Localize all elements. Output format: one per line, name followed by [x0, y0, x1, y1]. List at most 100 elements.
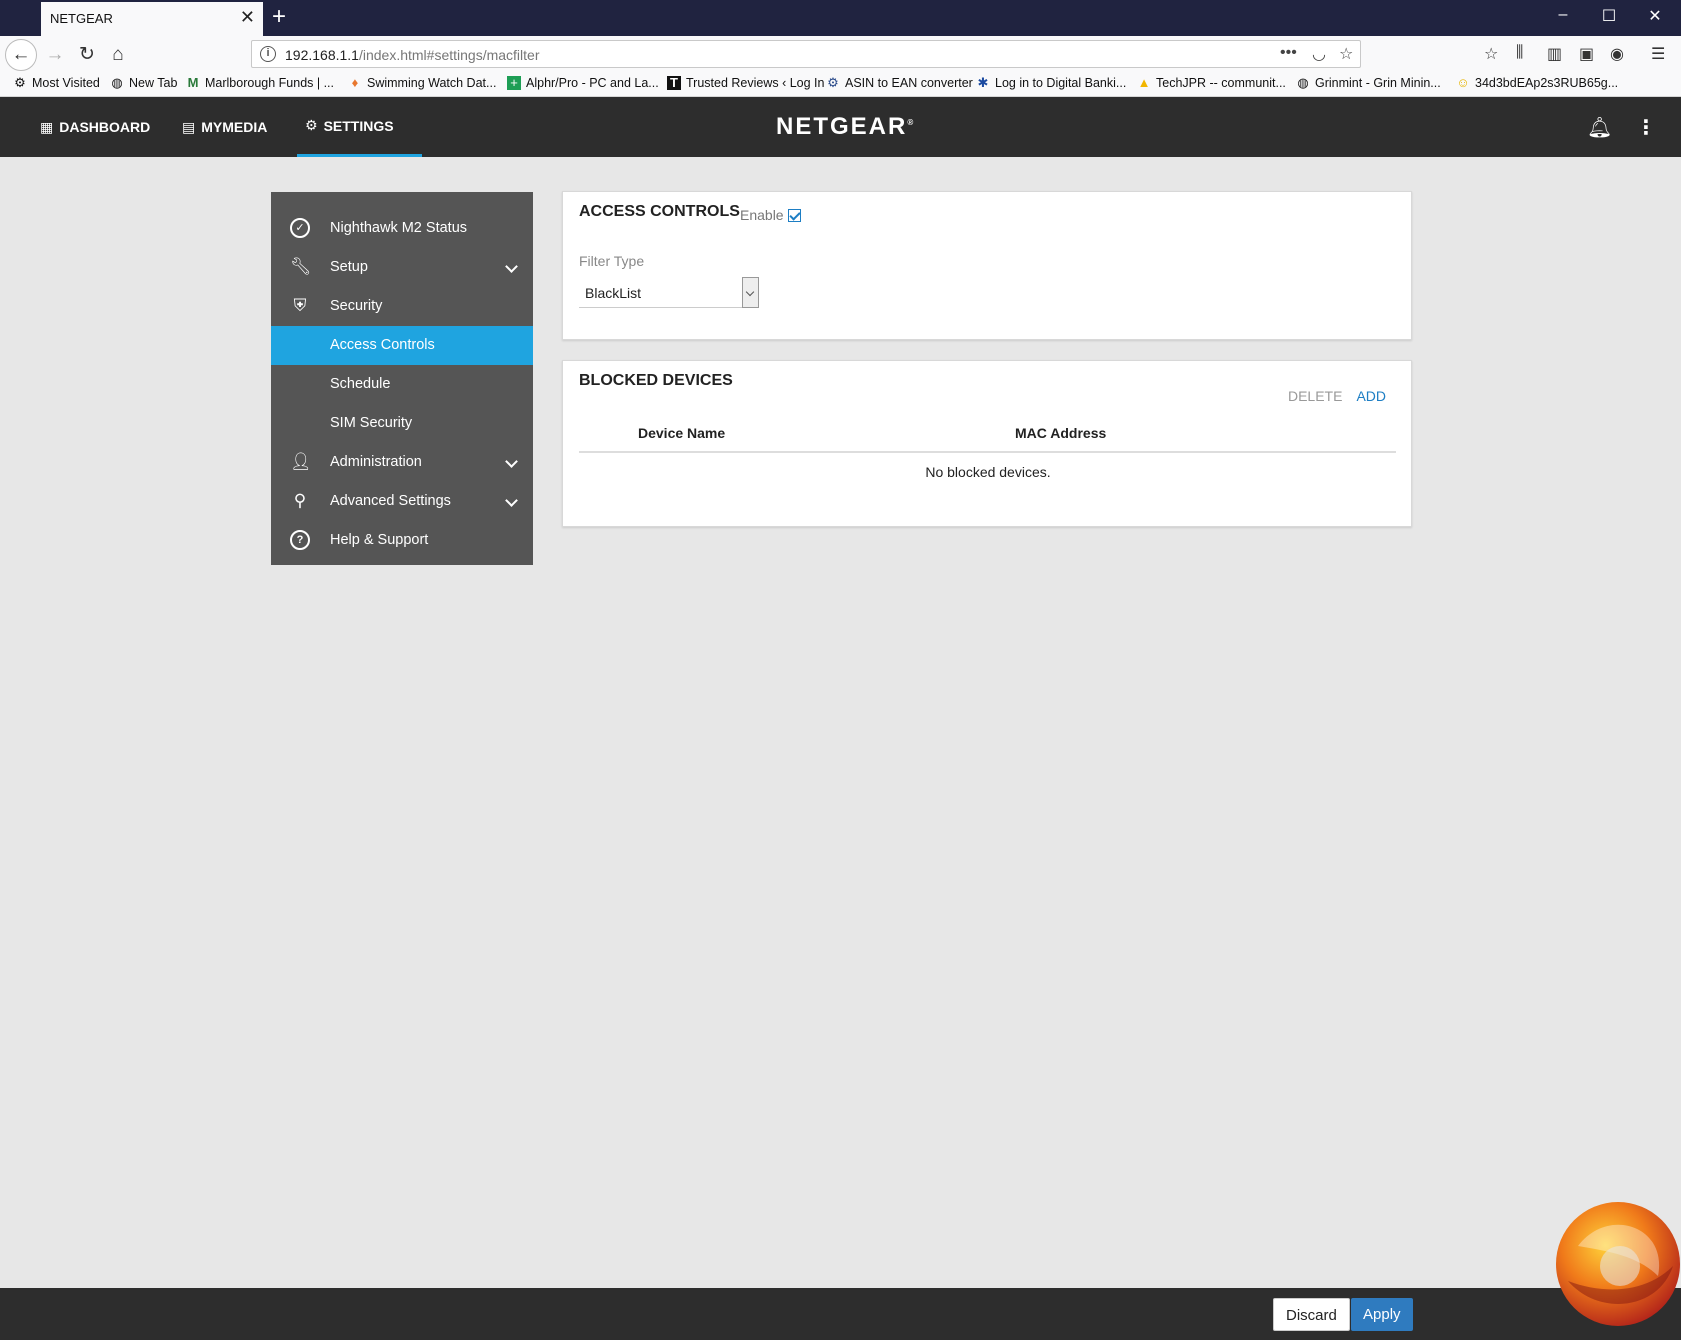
browser-tab-bar: NETGEAR ✕ + – ☐ ✕	[0, 0, 1681, 36]
sidebar-item-label: Administration	[330, 454, 422, 470]
help-icon: ?	[290, 530, 310, 550]
filter-type-value: BlackList	[585, 285, 642, 301]
smiley-icon: ☺	[1456, 75, 1470, 90]
bookmark-item[interactable]: + Alphr/Pro - PC and La...	[507, 76, 659, 90]
bookmark-item[interactable]: T Trusted Reviews ‹ Log In	[667, 76, 824, 90]
filter-type-select[interactable]: BlackList	[579, 277, 759, 308]
sidebar-item-label: Access Controls	[330, 337, 435, 353]
sidebar-item-schedule[interactable]: Schedule	[271, 365, 533, 404]
home-icon[interactable]: ⌂	[103, 41, 133, 69]
maximize-icon[interactable]: ☐	[1586, 6, 1632, 26]
reload-icon[interactable]: ↻	[72, 41, 102, 69]
app-header: ▦ DASHBOARD ▤ MYMEDIA ⚙ SETTINGS NETGEAR…	[0, 97, 1681, 157]
sidebar-item-access-controls[interactable]: Access Controls	[271, 326, 533, 365]
browser-nav-bar: ← → ↻ ⌂ i 192.168.1.1/index.html#setting…	[0, 36, 1681, 73]
library-icon[interactable]: ⫼	[1516, 44, 1523, 62]
netgear-logo: NETGEAR®	[776, 113, 916, 140]
downloads-star-icon[interactable]: ☆	[1484, 44, 1498, 64]
person-icon: 👤︎	[290, 452, 312, 471]
enable-toggle[interactable]: Enable	[740, 207, 801, 223]
bookmarks-bar: ⚙ Most Visited ◍ New Tab M Marlborough Fund…	[0, 73, 1681, 97]
sidebar-item-administration[interactable]: 👤︎ Administration	[271, 443, 533, 482]
drive-icon: ▲	[1137, 75, 1151, 90]
watermark-logo	[1556, 1202, 1680, 1326]
menu-icon[interactable]: ☰	[1651, 44, 1665, 64]
chevron-down-icon[interactable]	[742, 277, 759, 308]
column-header-device-name[interactable]: Device Name	[638, 425, 725, 441]
discard-button[interactable]: Discard	[1273, 1298, 1350, 1331]
bookmark-item[interactable]: ▲ TechJPR -- communit...	[1137, 75, 1286, 91]
sidebar-item-label: Setup	[330, 259, 368, 275]
grid-icon: ▦	[40, 118, 54, 135]
blocked-devices-card: BLOCKED DEVICES DELETE ADD Device Name M…	[562, 360, 1412, 527]
more-vertical-icon[interactable]: ⋮	[1636, 115, 1656, 140]
back-icon[interactable]: ←	[5, 39, 37, 71]
pin-icon: ♦	[351, 75, 359, 90]
media-icon: ▤	[182, 118, 196, 135]
url-bar[interactable]: i 192.168.1.1/index.html#settings/macfil…	[251, 40, 1361, 68]
sidebar-item-sim-security[interactable]: SIM Security	[271, 404, 533, 443]
more-actions-icon[interactable]: •••	[1280, 44, 1297, 62]
column-header-mac-address[interactable]: MAC Address	[1015, 425, 1106, 441]
account-icon[interactable]: ◉	[1610, 44, 1624, 64]
sidebar-item-advanced-settings[interactable]: ⚲ Advanced Settings	[271, 482, 533, 521]
bookmark-item[interactable]: ◍ Grinmint - Grin Minin...	[1296, 75, 1440, 91]
sidebar-item-label: Security	[330, 298, 383, 314]
t-icon: T	[667, 76, 681, 90]
sidebar-item-label: Advanced Settings	[330, 493, 451, 509]
sidebar-item-help-support[interactable]: ? Help & Support	[271, 521, 533, 560]
sidebar-item-label: Schedule	[330, 376, 391, 392]
sidebar-toggle-icon[interactable]: ▥	[1547, 44, 1562, 64]
url-text[interactable]: 192.168.1.1/index.html#settings/macfilte…	[285, 47, 540, 63]
sidebar-item-security[interactable]: ⛨ Security	[271, 287, 533, 326]
bookmark-item[interactable]: ♦ Swimming Watch Dat...	[348, 75, 497, 91]
nav-settings[interactable]: ⚙ SETTINGS	[297, 97, 422, 157]
m-icon: M	[187, 75, 199, 90]
minimize-icon[interactable]: –	[1540, 6, 1586, 24]
nav-label: SETTINGS	[323, 117, 394, 134]
close-window-icon[interactable]: ✕	[1632, 6, 1678, 26]
browser-tab[interactable]: NETGEAR ✕	[41, 2, 263, 36]
delete-button[interactable]: DELETE	[1288, 388, 1342, 404]
sidebar-item-setup[interactable]: 🔧︎ Setup	[271, 248, 533, 287]
globe-icon: ◍	[1297, 75, 1309, 90]
bookmark-item[interactable]: ◍ New Tab	[110, 76, 177, 91]
app-footer: Discard Apply	[0, 1288, 1681, 1340]
bookmark-item[interactable]: ✱ Log in to Digital Banki...	[976, 75, 1127, 91]
pocket-icon[interactable]: ◡	[1312, 44, 1326, 64]
close-tab-icon[interactable]: ✕	[240, 7, 255, 28]
nav-label: MYMEDIA	[201, 119, 268, 135]
tab-title: NETGEAR	[50, 11, 113, 26]
chevron-down-icon[interactable]	[505, 490, 519, 505]
check-circle-icon: ✓	[290, 218, 310, 238]
key-icon: ⚲	[293, 491, 307, 510]
gear-icon: ⚙	[827, 75, 839, 90]
chevron-down-icon[interactable]	[505, 256, 519, 271]
bookmark-star-icon[interactable]: ☆	[1339, 44, 1353, 64]
sidebar-item-label: SIM Security	[330, 415, 413, 431]
gear-icon: ⚙	[305, 117, 318, 133]
add-button[interactable]: ADD	[1356, 388, 1386, 404]
chevron-down-icon[interactable]	[505, 451, 519, 466]
bookmark-item[interactable]: ☺ 34d3bdEAp2s3RUB65g...	[1456, 75, 1618, 91]
table-header-divider	[579, 451, 1396, 453]
shield-icon: ⛨	[293, 296, 307, 315]
access-controls-card: ACCESS CONTROLS Enable Filter Type Black…	[562, 191, 1412, 340]
forward-icon[interactable]: →	[40, 41, 70, 69]
nav-mymedia[interactable]: ▤ MYMEDIA	[182, 97, 267, 157]
sidebar-item-status[interactable]: ✓ Nighthawk M2 Status	[271, 209, 533, 248]
bookmark-item[interactable]: M Marlborough Funds | ...	[186, 75, 334, 91]
extension-icon[interactable]: ▣	[1579, 44, 1594, 64]
enable-label: Enable	[740, 207, 784, 223]
nav-dashboard[interactable]: ▦ DASHBOARD	[40, 97, 150, 157]
enable-checkbox[interactable]	[787, 208, 801, 222]
new-tab-icon[interactable]: +	[272, 3, 286, 31]
bookmark-item[interactable]: ⚙ ASIN to EAN converter	[826, 75, 973, 91]
table-actions: DELETE ADD	[1288, 388, 1386, 404]
apply-button[interactable]: Apply	[1351, 1298, 1413, 1331]
bookmark-item[interactable]: ⚙ Most Visited	[13, 76, 100, 91]
notification-bell-icon[interactable]: 🔔︎	[1587, 115, 1612, 140]
star-icon: ✱	[977, 75, 989, 90]
sidebar-item-label: Nighthawk M2 Status	[330, 220, 468, 236]
info-icon[interactable]: i	[260, 46, 276, 62]
